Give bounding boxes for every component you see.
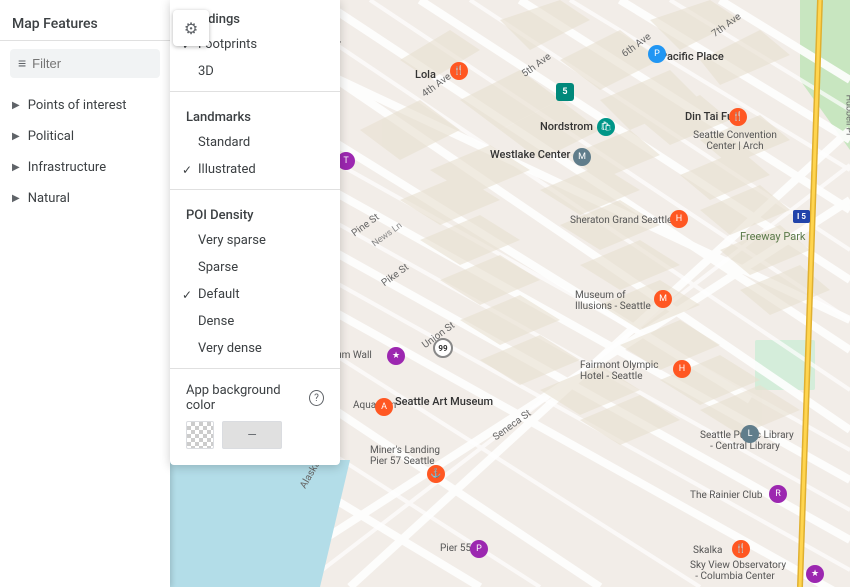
- app-background-section: App background color ? —: [170, 375, 340, 457]
- sparse-label: Sparse: [198, 260, 238, 275]
- default-label: Default: [198, 287, 240, 302]
- divider-3: [170, 368, 340, 369]
- illustrated-item[interactable]: Illustrated: [170, 156, 340, 183]
- chevron-icon: ▶: [12, 193, 20, 204]
- default-item[interactable]: Default: [170, 281, 340, 308]
- standard-label: Standard: [198, 135, 250, 150]
- divider-1: [170, 91, 340, 92]
- app-background-controls: —: [186, 421, 324, 449]
- gear-button[interactable]: ⚙: [173, 10, 209, 46]
- filter-bar[interactable]: ≡: [10, 49, 160, 78]
- sidebar-nav: ▶ Points of interest ▶ Political ▶ Infra…: [0, 86, 170, 587]
- sidebar-item-natural[interactable]: ▶ Natural: [0, 183, 170, 214]
- very-sparse-item[interactable]: Very sparse: [170, 227, 340, 254]
- dense-label: Dense: [198, 314, 234, 329]
- color-swatch[interactable]: —: [222, 421, 282, 449]
- poi-density-section-label: POI Density: [170, 196, 340, 227]
- 3d-label: 3D: [198, 64, 214, 79]
- very-sparse-label: Very sparse: [198, 233, 266, 248]
- dense-item[interactable]: Dense: [170, 308, 340, 335]
- very-dense-label: Very dense: [198, 341, 262, 356]
- landmarks-section-label: Landmarks: [170, 98, 340, 129]
- chevron-icon: ▶: [12, 131, 20, 142]
- gear-icon: ⚙: [184, 19, 198, 38]
- chevron-icon: ▶: [12, 162, 20, 173]
- help-icon[interactable]: ?: [309, 390, 324, 406]
- sidebar-item-label: Infrastructure: [28, 160, 106, 175]
- sidebar-title: Map Features: [0, 0, 170, 41]
- app-background-label: App background color ?: [186, 383, 324, 413]
- dropdown-panel: Buildings Footprints 3D Landmarks Standa…: [170, 0, 340, 465]
- chevron-icon: ▶: [12, 100, 20, 111]
- very-dense-item[interactable]: Very dense: [170, 335, 340, 362]
- sidebar-item-political[interactable]: ▶ Political: [0, 121, 170, 152]
- sidebar-item-label: Political: [28, 129, 74, 144]
- checkerboard-swatch[interactable]: [186, 421, 214, 449]
- filter-input[interactable]: [32, 56, 152, 71]
- sparse-item[interactable]: Sparse: [170, 254, 340, 281]
- sidebar-item-label: Natural: [28, 191, 70, 206]
- filter-icon: ≡: [18, 55, 26, 72]
- 3d-item[interactable]: 3D: [170, 58, 340, 85]
- sidebar-item-poi[interactable]: ▶ Points of interest: [0, 90, 170, 121]
- sidebar: Map Features ≡ ▶ Points of interest ▶ Po…: [0, 0, 170, 587]
- sidebar-item-label: Points of interest: [28, 98, 127, 113]
- illustrated-label: Illustrated: [198, 162, 256, 177]
- divider-2: [170, 189, 340, 190]
- sidebar-item-infrastructure[interactable]: ▶ Infrastructure: [0, 152, 170, 183]
- standard-item[interactable]: Standard: [170, 129, 340, 156]
